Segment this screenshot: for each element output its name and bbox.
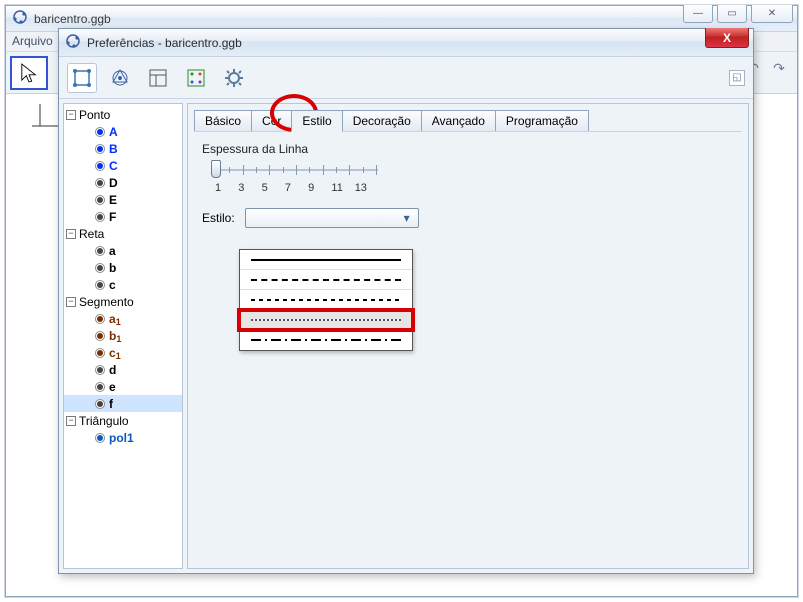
dialog-body: −PontoABCDEF−Retaabc−Segmentoa1b1c1def−T… [59,99,753,573]
minimize-button[interactable]: — [683,5,713,23]
visibility-icon[interactable] [95,331,105,341]
graphics-tab-icon[interactable] [105,63,135,93]
style-option-dash-dot[interactable] [240,330,412,350]
collapse-icon[interactable]: − [66,110,76,120]
tree-item[interactable]: a1 [64,310,182,327]
visibility-icon[interactable] [95,314,105,324]
tab-strip: BásicoCorEstiloDecoraçãoAvançadoPrograma… [194,110,742,132]
dialog-icon [65,33,81,52]
collapse-icon[interactable]: − [66,416,76,426]
dialog-title: Preferências - baricentro.ggb [87,36,242,50]
tab-programação[interactable]: Programação [495,110,589,132]
tree-category[interactable]: −Ponto [64,106,182,123]
tree-item[interactable]: e [64,378,182,395]
style-dropdown[interactable] [239,249,413,351]
visibility-icon[interactable] [95,144,105,154]
visibility-icon[interactable] [95,195,105,205]
tree-item[interactable]: pol1 [64,429,182,446]
tab-estilo[interactable]: Estilo [291,110,342,132]
visibility-icon[interactable] [95,246,105,256]
window-controls: — ▭ ✕ [679,5,793,23]
tree-category[interactable]: −Segmento [64,293,182,310]
tab-básico[interactable]: Básico [194,110,252,132]
tree-category[interactable]: −Reta [64,225,182,242]
visibility-icon[interactable] [95,178,105,188]
visibility-icon[interactable] [95,433,105,443]
slider-thumb[interactable] [211,160,221,178]
object-tree[interactable]: −PontoABCDEF−Retaabc−Segmentoa1b1c1def−T… [63,103,183,569]
visibility-icon[interactable] [95,263,105,273]
app-icon [12,9,28,28]
tree-item[interactable]: C [64,157,182,174]
tree-item[interactable]: c [64,276,182,293]
style-option-long-dash[interactable] [240,270,412,290]
visibility-icon[interactable] [95,212,105,222]
popout-icon[interactable]: ◱ [729,70,745,86]
tree-item[interactable]: B [64,140,182,157]
visibility-icon[interactable] [95,348,105,358]
chevron-down-icon: ▾ [400,211,414,225]
visibility-icon[interactable] [95,280,105,290]
dialog-titlebar: Preferências - baricentro.ggb X [59,29,753,57]
maximize-button[interactable]: ▭ [717,5,747,23]
thickness-label: Espessura da Linha [202,142,742,156]
tab-avançado[interactable]: Avançado [421,110,496,132]
visibility-icon[interactable] [95,399,105,409]
tree-category[interactable]: −Triângulo [64,412,182,429]
tree-item[interactable]: b1 [64,327,182,344]
tree-item[interactable]: A [64,123,182,140]
tree-item[interactable]: E [64,191,182,208]
tab-cor[interactable]: Cor [251,110,292,132]
visibility-icon[interactable] [95,382,105,392]
style-option-solid[interactable] [240,250,412,270]
style-label: Estilo: [202,211,235,225]
layout-tab-icon[interactable] [143,63,173,93]
move-tool-button[interactable] [10,56,48,90]
collapse-icon[interactable]: − [66,229,76,239]
tree-item[interactable]: d [64,361,182,378]
tree-item[interactable]: a [64,242,182,259]
collapse-icon[interactable]: − [66,297,76,307]
thickness-slider[interactable]: 135791113 [208,160,378,194]
style-option-dotted[interactable] [240,310,412,330]
tree-item[interactable]: f [64,395,182,412]
advanced-tab-icon[interactable] [219,63,249,93]
dialog-close-button[interactable]: X [705,28,749,48]
preferences-dialog: Preferências - baricentro.ggb X ◱ −Ponto… [58,28,754,574]
style-combobox[interactable]: ▾ [245,208,419,228]
menu-file[interactable]: Arquivo [12,34,53,48]
tree-item[interactable]: D [64,174,182,191]
tree-item[interactable]: b [64,259,182,276]
visibility-icon[interactable] [95,161,105,171]
redo-icon[interactable]: ↷ [769,58,789,78]
visibility-icon[interactable] [95,365,105,375]
visibility-icon[interactable] [95,127,105,137]
objects-tab-icon[interactable] [67,63,97,93]
tree-item[interactable]: c1 [64,344,182,361]
properties-panel: BásicoCorEstiloDecoraçãoAvançadoPrograma… [187,103,749,569]
dialog-toolbar: ◱ [59,57,753,99]
defaults-tab-icon[interactable] [181,63,211,93]
style-option-short-dash[interactable] [240,290,412,310]
tab-decoração[interactable]: Decoração [342,110,422,132]
main-title: baricentro.ggb [34,12,111,26]
close-button[interactable]: ✕ [751,5,793,23]
tree-item[interactable]: F [64,208,182,225]
